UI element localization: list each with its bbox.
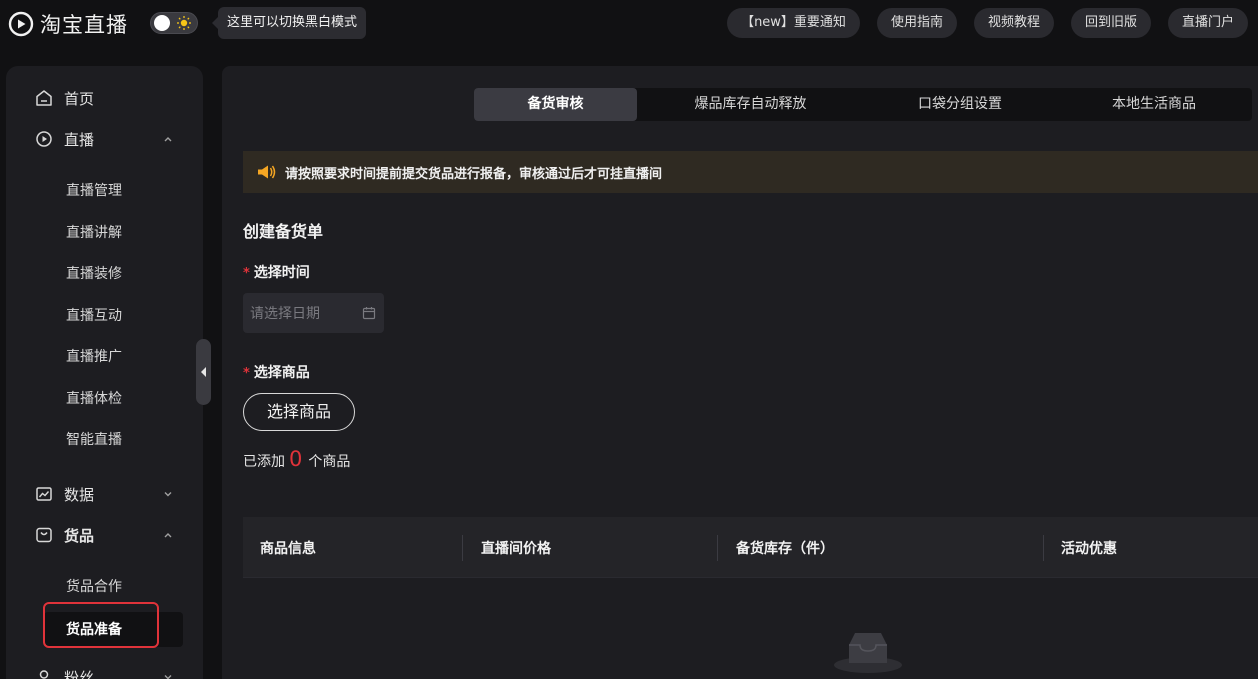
notice-banner: 请按照要求时间提前提交货品进行报备，审核通过后才可挂直播间 xyxy=(243,151,1258,193)
play-circle-icon xyxy=(36,131,52,147)
top-bar: 淘宝直播 这里可以切换黑白模式 【new】重要通知 使用指南 视频教程 回到旧版… xyxy=(0,0,1258,46)
highlight-box xyxy=(43,602,159,648)
column-divider xyxy=(717,535,718,561)
video-tutorial-button[interactable]: 视频教程 xyxy=(973,8,1054,38)
calendar-icon xyxy=(362,307,376,320)
goods-label-text: 选择商品 xyxy=(253,365,310,381)
important-notice-button[interactable]: 【new】重要通知 xyxy=(727,8,860,38)
back-to-old-version-button[interactable]: 回到旧版 xyxy=(1070,8,1151,38)
sidebar-item-data[interactable]: 数据 xyxy=(6,481,203,507)
sidebar-item-live[interactable]: 直播 xyxy=(6,126,203,152)
required-mark: * xyxy=(243,366,250,381)
sun-icon xyxy=(177,16,191,30)
sidebar-item-goods-cooperation[interactable]: 货品合作 xyxy=(66,577,122,597)
time-label-text: 选择时间 xyxy=(253,265,310,281)
sidebar-item-smart-live[interactable]: 智能直播 xyxy=(66,430,122,450)
chevron-up-icon xyxy=(164,533,172,538)
added-suffix: 个商品 xyxy=(308,454,351,470)
sidebar-item-live-manage[interactable]: 直播管理 xyxy=(66,181,122,201)
tab-pocket-group[interactable]: 口袋分组设置 xyxy=(864,88,1056,121)
top-nav: 【new】重要通知 使用指南 视频教程 回到旧版 直播门户 xyxy=(727,8,1248,38)
sidebar-item-live-promote[interactable]: 直播推广 xyxy=(66,347,122,367)
sidebar-item-label: 货品 xyxy=(64,526,95,545)
sidebar-item-label: 粉丝 xyxy=(64,668,95,679)
column-header-promotion: 活动优惠 xyxy=(1061,541,1117,557)
bag-icon xyxy=(36,527,52,543)
chart-icon xyxy=(36,487,52,501)
empty-inbox-icon xyxy=(834,633,902,673)
column-divider xyxy=(462,535,463,561)
sidebar-item-label: 首页 xyxy=(64,89,95,108)
added-count-text: 已添加 0 个商品 xyxy=(243,447,350,471)
sidebar-item-live-explain[interactable]: 直播讲解 xyxy=(66,223,122,243)
time-field-label: * 选择时间 xyxy=(243,262,310,282)
sidebar-item-home[interactable]: 首页 xyxy=(6,85,203,111)
required-mark: * xyxy=(243,266,250,281)
main-panel: 备货审核 爆品库存自动释放 口袋分组设置 本地生活商品 请按照要求时间提前提交货… xyxy=(222,66,1258,679)
logo-text: 淘宝直播 xyxy=(40,13,128,37)
added-prefix: 已添加 xyxy=(243,454,285,470)
sidebar-item-live-checkup[interactable]: 直播体检 xyxy=(66,389,122,409)
added-count: 0 xyxy=(289,447,303,471)
user-guide-button[interactable]: 使用指南 xyxy=(876,8,957,38)
chevron-down-icon xyxy=(164,675,172,679)
date-picker-input[interactable]: 请选择日期 xyxy=(243,293,384,333)
sidebar-item-live-decorate[interactable]: 直播装修 xyxy=(66,264,122,284)
tab-bar: 备货审核 爆品库存自动释放 口袋分组设置 本地生活商品 xyxy=(474,88,1252,121)
megaphone-icon xyxy=(258,165,276,179)
caret-left-icon xyxy=(201,367,206,377)
page-title: 创建备货单 xyxy=(243,222,324,241)
tab-stock-review[interactable]: 备货审核 xyxy=(474,88,637,121)
home-icon xyxy=(36,90,52,106)
user-icon xyxy=(39,670,49,679)
column-header-goods-info: 商品信息 xyxy=(260,541,316,557)
theme-tooltip: 这里可以切换黑白模式 xyxy=(211,7,367,39)
sidebar-item-fans[interactable]: 粉丝 xyxy=(6,664,203,679)
sidebar-item-live-interact[interactable]: 直播互动 xyxy=(66,306,122,326)
live-portal-button[interactable]: 直播门户 xyxy=(1167,8,1248,38)
goods-table-body xyxy=(243,577,1258,679)
column-divider xyxy=(1043,535,1044,561)
sidebar-item-label: 数据 xyxy=(64,485,95,504)
theme-toggle[interactable] xyxy=(150,12,198,34)
column-header-stock: 备货库存（件） xyxy=(736,541,834,557)
sidebar: 首页 直播 直播管理 直播讲解 直播装修 直播互动 直播推广 直播体检 智能直播… xyxy=(6,66,203,679)
live-play-icon xyxy=(8,11,34,37)
goods-field-label: * 选择商品 xyxy=(243,362,310,382)
tab-local-life-goods[interactable]: 本地生活商品 xyxy=(1056,88,1252,121)
goods-table-header: 商品信息 直播间价格 备货库存（件） 活动优惠 xyxy=(243,517,1258,577)
choose-goods-button[interactable]: 选择商品 xyxy=(243,393,355,431)
tab-hot-stock-release[interactable]: 爆品库存自动释放 xyxy=(637,88,864,121)
sidebar-collapse-handle[interactable] xyxy=(196,339,211,405)
chevron-down-icon xyxy=(164,492,172,497)
notice-text: 请按照要求时间提前提交货品进行报备，审核通过后才可挂直播间 xyxy=(285,166,663,182)
sidebar-item-label: 直播 xyxy=(64,130,95,149)
chevron-up-icon xyxy=(164,137,172,142)
toggle-knob xyxy=(154,15,170,31)
sidebar-item-goods[interactable]: 货品 xyxy=(6,522,203,548)
column-header-live-price: 直播间价格 xyxy=(481,541,551,557)
logo[interactable]: 淘宝直播 xyxy=(8,9,128,39)
date-placeholder: 请选择日期 xyxy=(250,306,320,322)
